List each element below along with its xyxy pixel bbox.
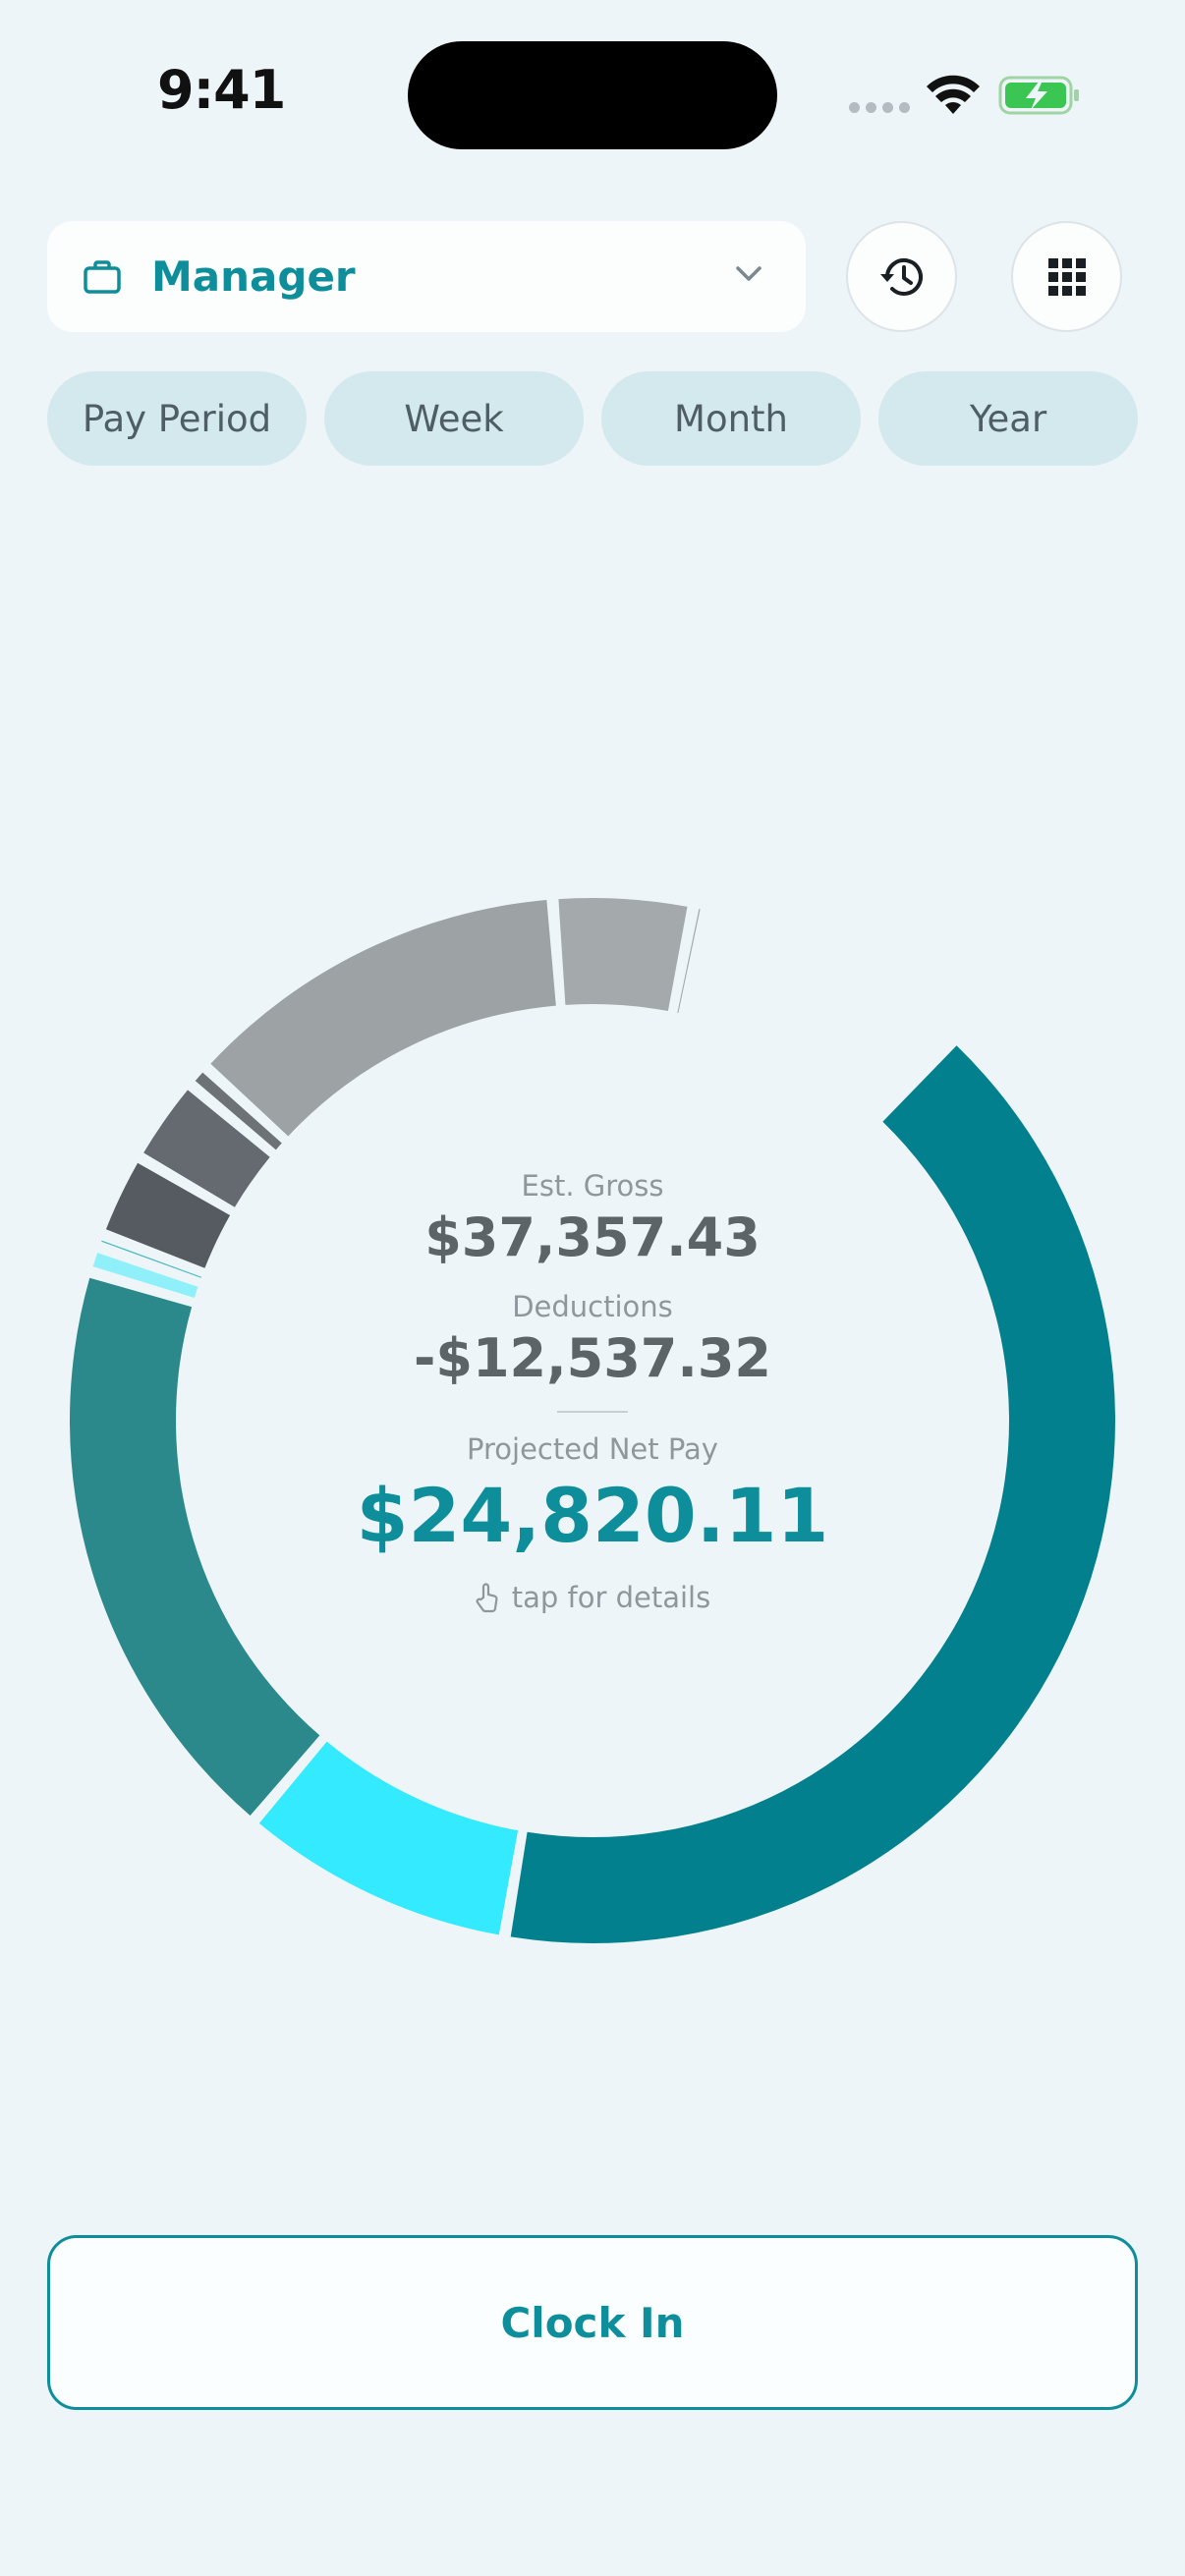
donut-segment-2[interactable] [258,1741,519,1935]
history-button[interactable] [846,221,957,332]
period-tabs: Pay Period Week Month Year [47,371,1138,466]
tap-hand-icon [476,1583,498,1613]
donut-segment-10[interactable] [558,898,688,1012]
history-icon [879,257,923,296]
donut-center-summary[interactable]: Est. Gross $37,357.43 Deductions -$12,53… [298,1169,887,1614]
net-pay-value: $24,820.11 [356,1472,829,1559]
deductions-value: -$12,537.32 [413,1327,772,1389]
details-hint[interactable]: tap for details [298,1581,887,1614]
details-hint-label: tap for details [511,1581,711,1614]
dynamic-island [408,41,777,149]
job-selector-label: Manager [151,252,356,301]
net-pay-label: Projected Net Pay [467,1432,718,1466]
gross-value: $37,357.43 [424,1206,761,1268]
tab-year[interactable]: Year [878,371,1138,466]
summary-divider [557,1411,628,1413]
grid-icon [1047,257,1086,296]
clock-in-button[interactable]: Clock In [47,2235,1138,2410]
briefcase-icon [84,259,121,294]
donut-segment-9[interactable] [210,900,556,1137]
job-selector[interactable]: Manager [47,221,806,332]
tab-week[interactable]: Week [324,371,584,466]
gross-label: Est. Gross [521,1169,664,1203]
tab-pay-period[interactable]: Pay Period [47,371,307,466]
cellular-signal-icon [849,102,910,113]
donut-segment-3[interactable] [69,1277,320,1817]
chevron-down-icon [736,266,762,281]
status-time: 9:41 [157,59,286,121]
wifi-icon [927,75,980,114]
battery-charging-icon [998,76,1079,115]
tab-month[interactable]: Month [601,371,861,466]
grid-menu-button[interactable] [1011,221,1122,332]
deductions-label: Deductions [512,1290,673,1323]
